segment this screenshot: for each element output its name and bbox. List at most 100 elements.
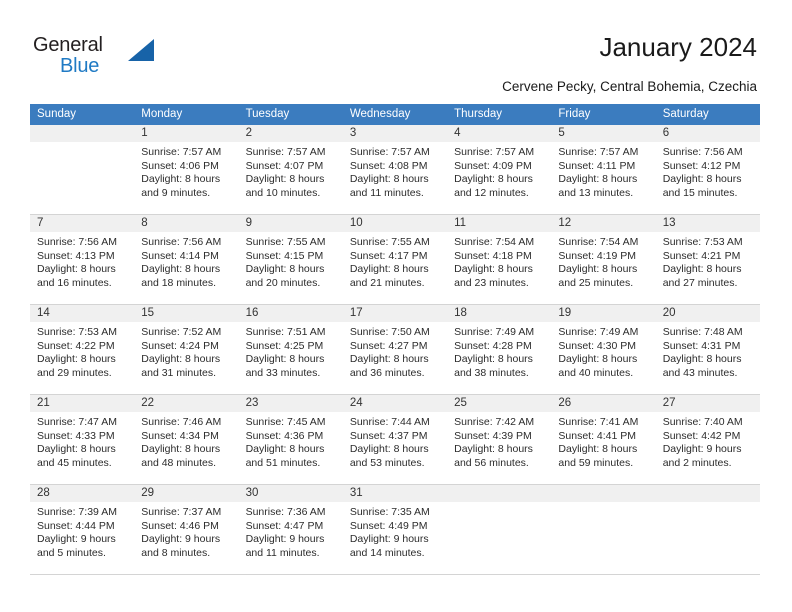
calendar-day-cell[interactable]: 29 Sunrise: 7:37 AM Sunset: 4:46 PM Dayligh…	[134, 485, 239, 574]
calendar-day-cell[interactable]: 3 Sunrise: 7:57 AM Sunset: 4:08 PM Daylight…	[342, 125, 448, 214]
day-number: 10	[342, 215, 448, 232]
day-number: 29	[134, 485, 239, 502]
weekday-header-sunday: Sunday	[37, 108, 77, 120]
day-number: 28	[30, 485, 135, 502]
calendar-day-cell[interactable]: 2 Sunrise: 7:57 AM Sunset: 4:07 PM Daylight…	[238, 125, 343, 214]
calendar-day-cell[interactable]: 27 Sunrise: 7:40 AM Sunset: 4:42 PM Dayligh…	[655, 395, 760, 484]
calendar-week-row: 7 Sunrise: 7:56 AM Sunset: 4:13 PM Daylight…	[30, 215, 760, 305]
sunset-text: Sunset: 4:06 PM	[141, 159, 219, 172]
calendar-day-cell[interactable]: 31 Sunrise: 7:35 AM Sunset: 4:49 PM Dayligh…	[342, 485, 448, 574]
sunrise-text: Sunrise: 7:45 AM	[245, 416, 326, 428]
calendar-day-cell[interactable]: 18 Sunrise: 7:49 AM Sunset: 4:28 PM Dayligh…	[447, 305, 552, 394]
calendar-week-row: 21 Sunrise: 7:47 AM Sunset: 4:33 PM Dayligh…	[30, 395, 760, 485]
day-details: Sunrise: 7:40 AM Sunset: 4:42 PM Daylight:…	[656, 412, 760, 476]
daylight-text: and 59 minutes.	[558, 456, 634, 469]
day-details: Sunrise: 7:56 AM Sunset: 4:14 PM Daylight:…	[134, 232, 238, 296]
sunset-text: Sunset: 4:13 PM	[37, 249, 115, 262]
calendar-day-cell[interactable]: 11 Sunrise: 7:54 AM Sunset: 4:18 PM Dayligh…	[447, 215, 552, 304]
calendar-day-cell[interactable]: 7 Sunrise: 7:56 AM Sunset: 4:13 PM Daylight…	[30, 215, 135, 304]
daylight-text: Daylight: 8 hours	[662, 353, 742, 366]
daylight-text: Daylight: 9 hours	[662, 443, 742, 456]
calendar-day-cell[interactable]: 19 Sunrise: 7:49 AM Sunset: 4:30 PM Dayligh…	[551, 305, 656, 394]
day-number: 18	[447, 305, 552, 322]
day-details: Sunrise: 7:51 AM Sunset: 4:25 PM Daylight:…	[239, 322, 343, 386]
day-details: Sunrise: 7:52 AM Sunset: 4:24 PM Daylight:…	[134, 322, 238, 386]
sunrise-text: Sunrise: 7:40 AM	[662, 416, 743, 428]
sunrise-text: Sunrise: 7:49 AM	[558, 326, 639, 338]
daylight-text: and 13 minutes.	[558, 186, 634, 199]
calendar-day-cell[interactable]: 8 Sunrise: 7:56 AM Sunset: 4:14 PM Daylight…	[134, 215, 239, 304]
calendar-day-cell[interactable]: 21 Sunrise: 7:47 AM Sunset: 4:33 PM Dayligh…	[30, 395, 135, 484]
day-details: Sunrise: 7:57 AM Sunset: 4:11 PM Daylight:…	[551, 142, 655, 206]
daylight-text: and 21 minutes.	[349, 276, 425, 289]
sunset-text: Sunset: 4:19 PM	[558, 249, 637, 262]
sunrise-text: Sunrise: 7:55 AM	[349, 236, 430, 248]
calendar-day-cell[interactable]: 9 Sunrise: 7:55 AM Sunset: 4:15 PM Daylight…	[238, 215, 343, 304]
calendar-day-cell[interactable]: 15 Sunrise: 7:52 AM Sunset: 4:24 PM Dayligh…	[134, 305, 239, 394]
day-details: Sunrise: 7:55 AM Sunset: 4:15 PM Daylight:…	[239, 232, 343, 296]
day-details: Sunrise: 7:56 AM Sunset: 4:13 PM Daylight:…	[30, 232, 134, 296]
day-number: 26	[551, 395, 656, 412]
calendar-day-cell[interactable]: 10 Sunrise: 7:55 AM Sunset: 4:17 PM Dayligh…	[342, 215, 448, 304]
day-details: Sunrise: 7:49 AM Sunset: 4:30 PM Daylight:…	[551, 322, 655, 386]
sunrise-text: Sunrise: 7:37 AM	[141, 506, 222, 518]
calendar-day-cell[interactable]: 26 Sunrise: 7:41 AM Sunset: 4:41 PM Dayligh…	[551, 395, 656, 484]
daylight-text: and 9 minutes.	[141, 186, 211, 199]
calendar-day-cell[interactable]: 22 Sunrise: 7:46 AM Sunset: 4:34 PM Dayligh…	[134, 395, 239, 484]
day-details: Sunrise: 7:57 AM Sunset: 4:06 PM Daylight:…	[134, 142, 238, 206]
daylight-text: and 51 minutes.	[245, 456, 321, 469]
calendar-day-cell[interactable]: 5 Sunrise: 7:57 AM Sunset: 4:11 PM Daylight…	[551, 125, 656, 214]
day-number: 11	[447, 215, 552, 232]
sunrise-text: Sunrise: 7:57 AM	[558, 146, 639, 158]
calendar-day-cell[interactable]: 1 Sunrise: 7:57 AM Sunset: 4:06 PM Daylight…	[134, 125, 239, 214]
day-details: Sunrise: 7:48 AM Sunset: 4:31 PM Daylight:…	[656, 322, 760, 386]
sunset-text: Sunset: 4:28 PM	[454, 339, 532, 352]
day-number: 6	[655, 125, 760, 142]
weekday-header-saturday: Saturday	[662, 108, 709, 120]
daylight-text: and 27 minutes.	[662, 276, 738, 289]
daylight-text: Daylight: 8 hours	[141, 443, 221, 456]
calendar-day-cell[interactable]: 20 Sunrise: 7:48 AM Sunset: 4:31 PM Dayligh…	[655, 305, 760, 394]
day-details: Sunrise: 7:39 AM Sunset: 4:44 PM Daylight:…	[30, 502, 134, 566]
daylight-text: and 48 minutes.	[141, 456, 216, 469]
calendar-weeks: 1 Sunrise: 7:57 AM Sunset: 4:06 PM Daylight…	[30, 125, 760, 575]
day-number: 14	[30, 305, 135, 322]
sunset-text: Sunset: 4:44 PM	[37, 519, 115, 532]
sunrise-text: Sunrise: 7:47 AM	[37, 416, 117, 428]
daylight-text: Daylight: 8 hours	[662, 263, 742, 276]
day-number: 21	[30, 395, 135, 412]
daylight-text: Daylight: 8 hours	[349, 173, 429, 186]
calendar-day-cell[interactable]: 14 Sunrise: 7:53 AM Sunset: 4:22 PM Dayligh…	[30, 305, 135, 394]
weekday-header-tuesday: Tuesday	[245, 108, 290, 120]
daylight-text: and 40 minutes.	[558, 366, 634, 379]
daylight-text: and 36 minutes.	[349, 366, 425, 379]
calendar-day-cell[interactable]: 24 Sunrise: 7:44 AM Sunset: 4:37 PM Dayligh…	[342, 395, 448, 484]
calendar-day-cell[interactable]: 16 Sunrise: 7:51 AM Sunset: 4:25 PM Dayligh…	[238, 305, 343, 394]
day-details: Sunrise: 7:44 AM Sunset: 4:37 PM Daylight:…	[343, 412, 447, 476]
day-details: Sunrise: 7:54 AM Sunset: 4:18 PM Daylight:…	[447, 232, 551, 296]
calendar-day-cell[interactable]: 17 Sunrise: 7:50 AM Sunset: 4:27 PM Dayligh…	[342, 305, 448, 394]
sunset-text: Sunset: 4:47 PM	[245, 519, 324, 532]
calendar-day-cell[interactable]: 28 Sunrise: 7:39 AM Sunset: 4:44 PM Dayligh…	[30, 485, 135, 574]
daylight-text: Daylight: 8 hours	[141, 173, 221, 186]
calendar-day-cell[interactable]: 30 Sunrise: 7:36 AM Sunset: 4:47 PM Dayligh…	[238, 485, 343, 574]
page-title: January 2024	[599, 32, 757, 62]
sunset-text: Sunset: 4:31 PM	[662, 339, 741, 352]
calendar-day-cell[interactable]: 25 Sunrise: 7:42 AM Sunset: 4:39 PM Dayligh…	[447, 395, 552, 484]
sunset-text: Sunset: 4:15 PM	[245, 249, 324, 262]
daylight-text: and 18 minutes.	[141, 276, 216, 289]
calendar-day-cell[interactable]: 12 Sunrise: 7:54 AM Sunset: 4:19 PM Dayligh…	[551, 215, 656, 304]
calendar-day-cell-empty	[655, 485, 760, 574]
daylight-text: Daylight: 8 hours	[662, 173, 742, 186]
calendar-day-cell[interactable]: 23 Sunrise: 7:45 AM Sunset: 4:36 PM Dayligh…	[238, 395, 343, 484]
day-details: Sunrise: 7:57 AM Sunset: 4:08 PM Daylight:…	[343, 142, 447, 206]
daylight-text: Daylight: 8 hours	[454, 173, 533, 186]
daylight-text: and 23 minutes.	[454, 276, 529, 289]
sunset-text: Sunset: 4:33 PM	[37, 429, 115, 442]
daylight-text: Daylight: 9 hours	[349, 533, 429, 546]
day-number: 8	[134, 215, 239, 232]
calendar-day-cell[interactable]: 4 Sunrise: 7:57 AM Sunset: 4:09 PM Daylight…	[447, 125, 552, 214]
calendar-day-cell[interactable]: 6 Sunrise: 7:56 AM Sunset: 4:12 PM Daylight…	[655, 125, 760, 214]
daylight-text: and 25 minutes.	[558, 276, 634, 289]
calendar-day-cell[interactable]: 13 Sunrise: 7:53 AM Sunset: 4:21 PM Dayligh…	[655, 215, 760, 304]
